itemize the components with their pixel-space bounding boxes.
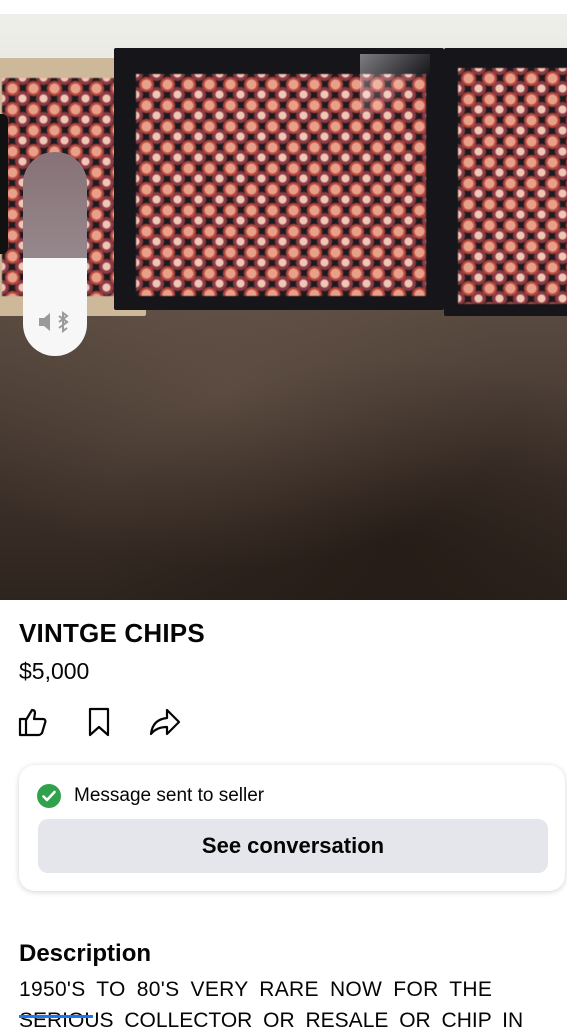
see-conversation-button[interactable]: See conversation xyxy=(38,819,548,873)
scroll-progress-indicator xyxy=(19,1015,93,1018)
volume-empty-level xyxy=(23,152,87,259)
photo-carpet xyxy=(0,306,567,600)
thumbs-up-icon xyxy=(18,708,47,737)
description-text: 1950'S TO 80'S VERY RARE NOW FOR THE xyxy=(19,978,493,1001)
description-heading: Description xyxy=(19,940,152,967)
action-bar xyxy=(16,705,216,739)
chip-frame-right xyxy=(444,48,567,316)
description-text-cut: SERIOUS COLLECTOR OR RESALE OR CHIP IN xyxy=(19,1009,524,1032)
listing-price: $5,000 xyxy=(19,658,90,684)
volume-indicator[interactable] xyxy=(23,152,87,356)
listing-title: VINTGE CHIPS xyxy=(19,618,205,648)
share-icon xyxy=(149,708,181,736)
check-circle-icon xyxy=(37,784,61,808)
photo-edge-shadow xyxy=(0,114,8,254)
bookmark-icon xyxy=(88,707,110,737)
glass-glare xyxy=(360,54,430,114)
speaker-muted-bluetooth-icon xyxy=(37,310,73,334)
share-button[interactable] xyxy=(148,705,182,739)
save-button[interactable] xyxy=(82,705,116,739)
like-button[interactable] xyxy=(16,705,50,739)
message-status-text: Message sent to seller xyxy=(74,785,265,806)
message-sent-card: Message sent to seller See conversation xyxy=(19,765,565,891)
